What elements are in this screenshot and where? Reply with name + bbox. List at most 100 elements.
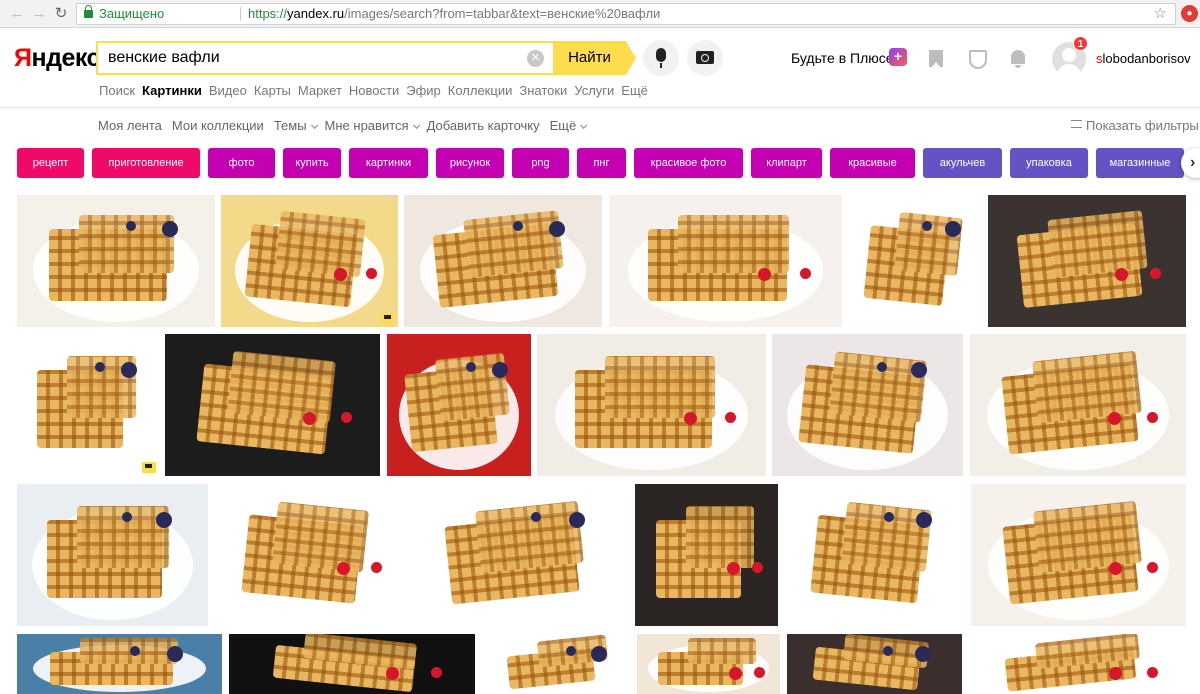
back-icon[interactable]: ← bbox=[8, 5, 26, 23]
plus-promo-link[interactable]: Будьте в Плюсе bbox=[791, 50, 894, 66]
service-tab[interactable]: Эфир bbox=[406, 83, 441, 98]
subnav-item[interactable]: Мне нравится bbox=[325, 118, 417, 133]
tag-chip[interactable]: купить bbox=[283, 148, 341, 178]
lock-icon bbox=[84, 5, 93, 18]
berry bbox=[683, 412, 697, 426]
waffle-image[interactable] bbox=[970, 334, 1186, 476]
services-nav: Поиск Картинки Видео Карты Маркет Новости Эфир… bbox=[99, 83, 655, 98]
service-tab[interactable]: Карты bbox=[254, 83, 291, 98]
waffle-image[interactable] bbox=[786, 484, 964, 626]
tag-chip[interactable]: красивое фото bbox=[634, 148, 743, 178]
waffle-image[interactable] bbox=[17, 484, 208, 626]
waffle-image[interactable] bbox=[215, 484, 405, 626]
service-tab[interactable]: Видео bbox=[209, 83, 247, 98]
waffle-image[interactable] bbox=[17, 334, 159, 476]
plus-icon[interactable]: + bbox=[889, 48, 907, 66]
tag-chip[interactable]: рецепт bbox=[17, 148, 84, 178]
reload-icon[interactable]: ↻ bbox=[52, 5, 70, 23]
collections-icon[interactable] bbox=[929, 50, 943, 67]
berry bbox=[370, 562, 382, 574]
image-search-button[interactable] bbox=[687, 40, 723, 76]
berry bbox=[1114, 267, 1128, 281]
service-tab[interactable]: Маркет bbox=[298, 83, 342, 98]
berry bbox=[752, 562, 764, 574]
waffle-image[interactable] bbox=[609, 195, 842, 327]
filters-icon bbox=[1071, 120, 1082, 128]
yandex-logo[interactable]: Яндекс bbox=[14, 44, 100, 73]
waffle-image[interactable] bbox=[637, 634, 780, 694]
service-tab[interactable]: Коллекции bbox=[448, 83, 513, 98]
waffle-image[interactable] bbox=[537, 334, 766, 476]
shopping-cart-icon[interactable] bbox=[142, 462, 156, 473]
tag-chip[interactable]: магазинные bbox=[1096, 148, 1184, 178]
bookmark-star-icon[interactable]: ☆ bbox=[1154, 4, 1167, 24]
extension-icon[interactable]: ● bbox=[1181, 5, 1198, 22]
tag-chip[interactable]: картинки bbox=[349, 148, 428, 178]
shield-icon[interactable] bbox=[969, 50, 987, 69]
subnav-item[interactable]: Добавить карточку bbox=[427, 118, 540, 133]
waffle-image[interactable] bbox=[988, 195, 1186, 327]
waffle-image[interactable] bbox=[971, 484, 1186, 626]
waffle-image[interactable] bbox=[387, 334, 531, 476]
waffle bbox=[677, 214, 790, 273]
waffle-image[interactable] bbox=[17, 634, 222, 694]
tag-chip[interactable]: красивые bbox=[830, 148, 915, 178]
search-form: венские вафли ✕ Найти bbox=[96, 41, 636, 75]
waffle-image[interactable] bbox=[487, 634, 630, 694]
service-tab[interactable]: Поиск bbox=[99, 83, 135, 98]
clear-icon[interactable]: ✕ bbox=[527, 50, 544, 67]
waffle-image[interactable] bbox=[772, 334, 963, 476]
tag-chip[interactable]: упаковка bbox=[1010, 148, 1088, 178]
tag-chip[interactable]: пнг bbox=[577, 148, 626, 178]
search-input[interactable]: венские вафли bbox=[96, 41, 554, 75]
images-subnav: Моя лента Мои коллекции Темы Мне нравится До… bbox=[98, 118, 594, 133]
berry bbox=[1147, 667, 1159, 678]
waffle-image[interactable] bbox=[165, 334, 380, 476]
tag-chip[interactable]: рисунок bbox=[436, 148, 504, 178]
bell-icon[interactable] bbox=[1011, 50, 1025, 68]
tag-chip[interactable]: приготовление bbox=[92, 148, 200, 178]
subnav-item[interactable]: Ещё bbox=[550, 118, 585, 133]
waffle-image[interactable] bbox=[229, 634, 475, 694]
username[interactable]: slobodanborisov bbox=[1096, 51, 1191, 66]
waffle-image[interactable] bbox=[849, 195, 981, 327]
berry bbox=[430, 667, 442, 678]
subnav-item[interactable]: Мои коллекции bbox=[172, 118, 264, 133]
show-filters-button[interactable]: Показать фильтры bbox=[1071, 118, 1199, 133]
waffle bbox=[462, 209, 564, 278]
waffle-image[interactable] bbox=[787, 634, 962, 694]
address-bar[interactable]: Защищено https://yandex.ru/images/search… bbox=[76, 3, 1176, 25]
berry bbox=[1108, 667, 1122, 680]
tag-chip[interactable]: фото bbox=[208, 148, 275, 178]
service-tab[interactable]: Ещё bbox=[621, 83, 648, 98]
service-tab[interactable]: Картинки bbox=[142, 83, 202, 98]
tag-chip[interactable]: png bbox=[512, 148, 569, 178]
shopping-cart-icon[interactable] bbox=[381, 313, 395, 324]
voice-search-button[interactable] bbox=[643, 40, 679, 76]
waffle bbox=[604, 356, 715, 419]
berry bbox=[161, 221, 178, 238]
subnav-item[interactable]: Темы bbox=[274, 118, 315, 133]
waffle-image[interactable] bbox=[221, 195, 398, 327]
tag-chip[interactable]: клипарт bbox=[751, 148, 822, 178]
berry bbox=[548, 221, 565, 238]
service-tab[interactable]: Услуги bbox=[574, 83, 614, 98]
find-button[interactable]: Найти bbox=[553, 41, 636, 75]
service-tab[interactable]: Знатоки bbox=[519, 83, 567, 98]
waffle-image[interactable] bbox=[635, 484, 778, 626]
service-tab[interactable]: Новости bbox=[349, 83, 399, 98]
waffle bbox=[275, 210, 367, 278]
berry bbox=[726, 562, 740, 576]
berry bbox=[336, 562, 350, 576]
tag-chip[interactable]: акульчев bbox=[923, 148, 1002, 178]
waffle-image[interactable] bbox=[404, 195, 602, 327]
berry bbox=[728, 667, 742, 680]
waffle-image[interactable] bbox=[971, 634, 1186, 694]
notification-badge: 1 bbox=[1073, 36, 1088, 51]
subnav-item[interactable]: Моя лента bbox=[98, 118, 162, 133]
waffle-image[interactable] bbox=[17, 195, 215, 327]
berry bbox=[341, 412, 353, 424]
waffle bbox=[474, 500, 584, 574]
forward-icon[interactable]: → bbox=[30, 5, 48, 23]
waffle-image[interactable] bbox=[413, 484, 627, 626]
